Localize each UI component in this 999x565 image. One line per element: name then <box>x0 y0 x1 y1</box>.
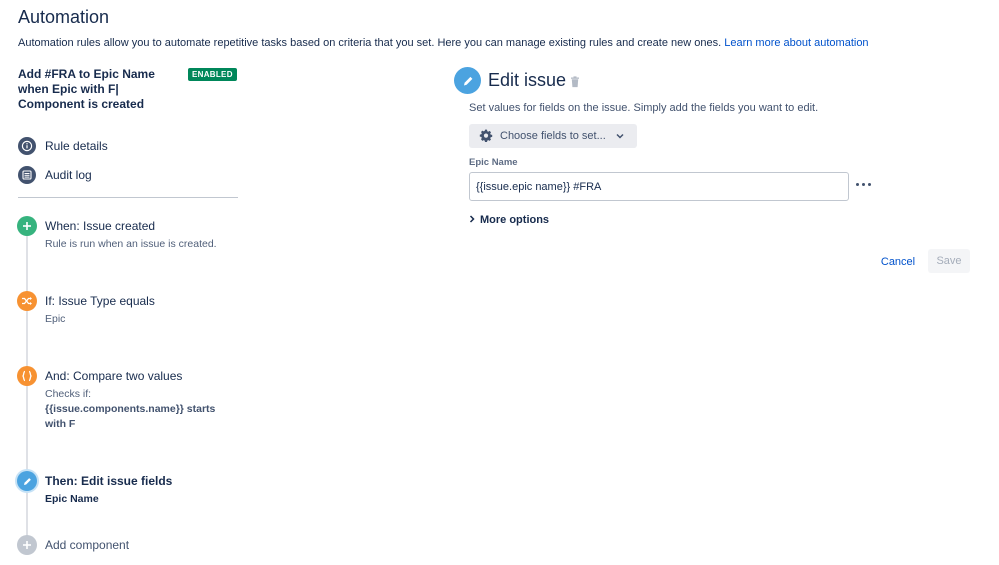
nav-audit-log[interactable]: Audit log <box>18 166 92 184</box>
edit-issue-description: Set values for fields on the issue. Simp… <box>469 102 819 114</box>
braces-icon <box>17 366 37 386</box>
step-condition-and-expression: {{issue.components.name}} starts with F <box>45 403 216 430</box>
more-options-label: More options <box>480 214 550 226</box>
step-condition-and-subtitle: Checks if: {{issue.components.name}} star… <box>45 387 235 432</box>
nav-rule-details-label: Rule details <box>45 139 108 153</box>
epic-name-label: Epic Name <box>469 157 518 168</box>
step-condition-if-title: If: Issue Type equals <box>45 294 155 308</box>
more-options-toggle[interactable]: More options <box>469 214 549 226</box>
plus-icon <box>17 535 37 555</box>
chevron-down-icon <box>616 130 624 142</box>
more-icon[interactable] <box>856 183 871 186</box>
nav-rule-details[interactable]: Rule details <box>18 137 108 155</box>
page-description-text: Automation rules allow you to automate r… <box>18 37 722 49</box>
step-condition-if-subtitle: Epic <box>45 313 66 325</box>
plus-icon <box>17 216 37 236</box>
step-condition-and-prefix: Checks if: <box>45 388 92 400</box>
page-description: Automation rules allow you to automate r… <box>18 37 869 49</box>
epic-name-input[interactable] <box>469 172 849 201</box>
nav-audit-log-label: Audit log <box>45 168 92 182</box>
add-component-label: Add component <box>45 538 130 552</box>
pencil-icon <box>454 67 481 94</box>
step-action-then-title: Then: Edit issue fields <box>45 474 173 488</box>
chevron-right-icon <box>469 215 475 225</box>
learn-more-link[interactable]: Learn more about automation <box>724 37 868 49</box>
info-icon <box>18 137 36 155</box>
rule-name[interactable]: Add #FRA to Epic Name when Epic with F| … <box>18 67 178 112</box>
choose-fields-label: Choose fields to set... <box>500 130 606 142</box>
choose-fields-button[interactable]: Choose fields to set... <box>469 124 637 148</box>
list-icon <box>18 166 36 184</box>
shuffle-icon <box>17 291 37 311</box>
cancel-button[interactable]: Cancel <box>875 250 921 274</box>
pencil-icon <box>17 471 37 491</box>
step-action-then-subtitle: Epic Name <box>45 493 99 505</box>
edit-issue-title: Edit issue <box>488 70 567 90</box>
divider <box>18 197 238 198</box>
timeline-line <box>26 234 28 539</box>
step-condition-and-title: And: Compare two values <box>45 369 183 383</box>
page-title: Automation <box>18 7 110 27</box>
step-trigger-subtitle: Rule is run when an issue is created. <box>45 238 217 250</box>
gear-icon <box>479 128 493 145</box>
step-trigger-title: When: Issue created <box>45 219 156 233</box>
status-badge: ENABLED <box>188 68 237 81</box>
save-button[interactable]: Save <box>928 249 970 273</box>
trash-icon[interactable] <box>570 75 580 93</box>
